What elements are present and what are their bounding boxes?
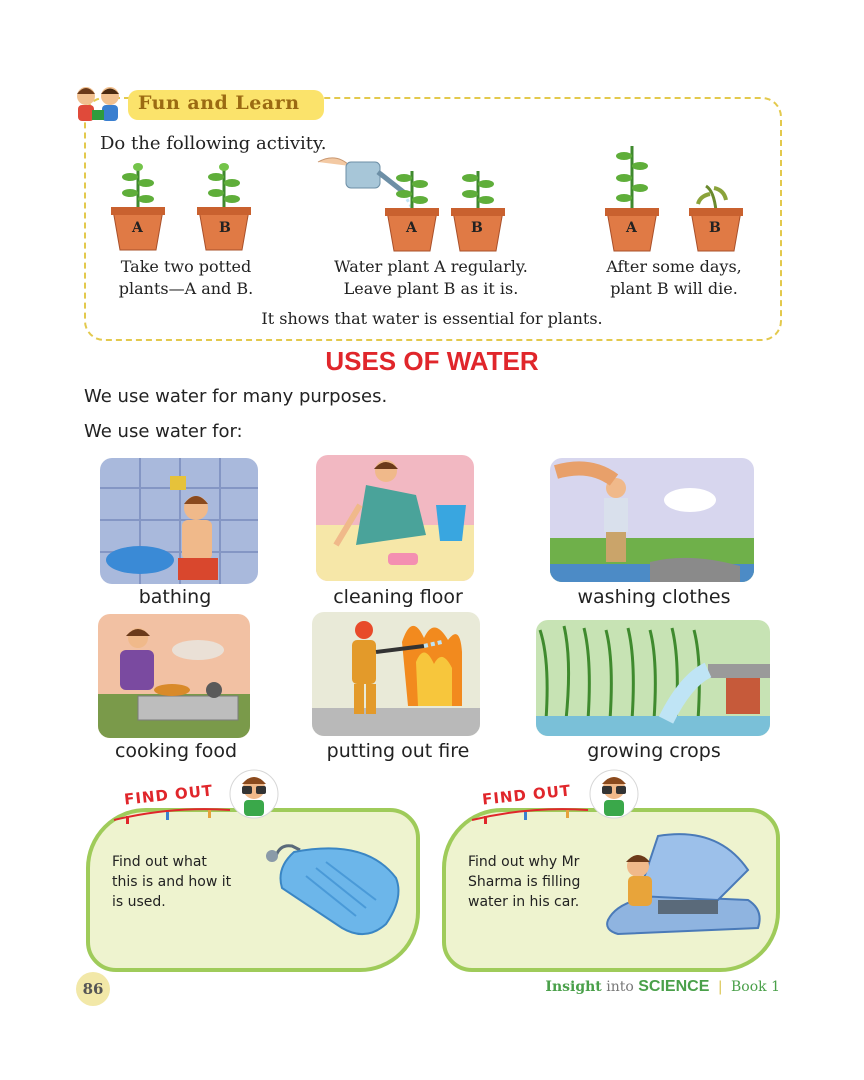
use-label-putting-out-fire: putting out fire bbox=[326, 740, 470, 762]
use-label-cleaning-floor: cleaning floor bbox=[333, 586, 463, 608]
cooking-food-illustration bbox=[98, 614, 250, 738]
boy-binoculars-icon bbox=[229, 769, 279, 819]
use-label-cooking-food: cooking food bbox=[114, 740, 238, 762]
activity-conclusion: It shows that water is essential for pla… bbox=[261, 309, 603, 328]
find-out-2-line1: Find out why Mr bbox=[468, 854, 580, 870]
cleaning-floor-illustration bbox=[316, 455, 474, 581]
bathing-illustration bbox=[100, 458, 258, 584]
watering-can-icon bbox=[317, 157, 414, 209]
pot-label-b-2: B bbox=[471, 220, 483, 236]
step2-line2: Leave plant B as it is. bbox=[343, 279, 519, 298]
growing-crops-illustration bbox=[536, 620, 770, 736]
section-title: USES OF WATER bbox=[325, 346, 539, 376]
brand-book: Book 1 bbox=[731, 979, 780, 995]
pot-label-a: A bbox=[132, 220, 143, 236]
hot-water-bottle-icon bbox=[266, 844, 400, 935]
step3-line1: After some days, bbox=[606, 257, 742, 276]
plant-pots-step1 bbox=[111, 163, 251, 251]
step1-line2: plants—A and B. bbox=[118, 279, 254, 298]
intro-line-2: We use water for: bbox=[84, 421, 243, 442]
putting-out-fire-illustration bbox=[312, 612, 480, 736]
find-out-1-line3: is used. bbox=[112, 894, 166, 910]
find-out-2-line2: Sharma is filling bbox=[468, 874, 581, 890]
use-label-bathing: bathing bbox=[138, 586, 212, 608]
pot-label-b-3: B bbox=[709, 220, 721, 236]
kids-mascot-icon bbox=[77, 87, 119, 121]
washing-clothes-illustration bbox=[550, 458, 754, 582]
pot-label-a-2: A bbox=[406, 220, 417, 236]
plant-b-icon bbox=[197, 163, 251, 251]
find-out-2-line3: water in his car. bbox=[468, 894, 580, 910]
use-label-growing-crops: growing crops bbox=[587, 740, 721, 762]
plant-pots-step3 bbox=[605, 146, 743, 252]
fun-and-learn-title: Fun and Learn bbox=[138, 92, 300, 114]
brand-insight: Insight bbox=[545, 979, 602, 995]
brand-into: into bbox=[606, 979, 634, 995]
footer-brand: Insight into SCIENCE | Book 1 bbox=[545, 978, 780, 996]
step1-line1: Take two potted bbox=[120, 257, 252, 276]
find-out-1-line2: this is and how it bbox=[112, 874, 232, 890]
plant-b-unwatered-icon bbox=[451, 171, 505, 252]
intro-line-1: We use water for many purposes. bbox=[84, 386, 388, 407]
pot-label-b: B bbox=[219, 220, 231, 236]
step1-caption: Take two potted plants—A and B. bbox=[96, 256, 276, 300]
brand-science: SCIENCE bbox=[638, 978, 710, 995]
car-radiator-icon bbox=[606, 833, 761, 936]
step3-line2: plant B will die. bbox=[610, 279, 738, 298]
step2-line1: Water plant A regularly. bbox=[334, 257, 528, 276]
step3-caption: After some days, plant B will die. bbox=[588, 256, 760, 300]
find-out-question-1: Find out what this is and how it is used… bbox=[112, 852, 231, 912]
brand-divider: | bbox=[717, 979, 723, 995]
find-out-question-2: Find out why Mr Sharma is filling water … bbox=[468, 852, 580, 912]
find-out-1-line1: Find out what bbox=[112, 854, 207, 870]
watering-scene bbox=[317, 157, 505, 252]
plant-b-wilted-icon bbox=[689, 184, 743, 252]
pot-label-a-3: A bbox=[626, 220, 637, 236]
activity-instruction: Do the following activity. bbox=[100, 133, 327, 154]
plant-a-icon bbox=[111, 163, 165, 251]
page-number: 86 bbox=[76, 972, 110, 1006]
use-label-washing-clothes: washing clothes bbox=[577, 586, 731, 608]
step2-caption: Water plant A regularly. Leave plant B a… bbox=[316, 256, 546, 300]
boy-binoculars-icon-2 bbox=[589, 769, 639, 819]
